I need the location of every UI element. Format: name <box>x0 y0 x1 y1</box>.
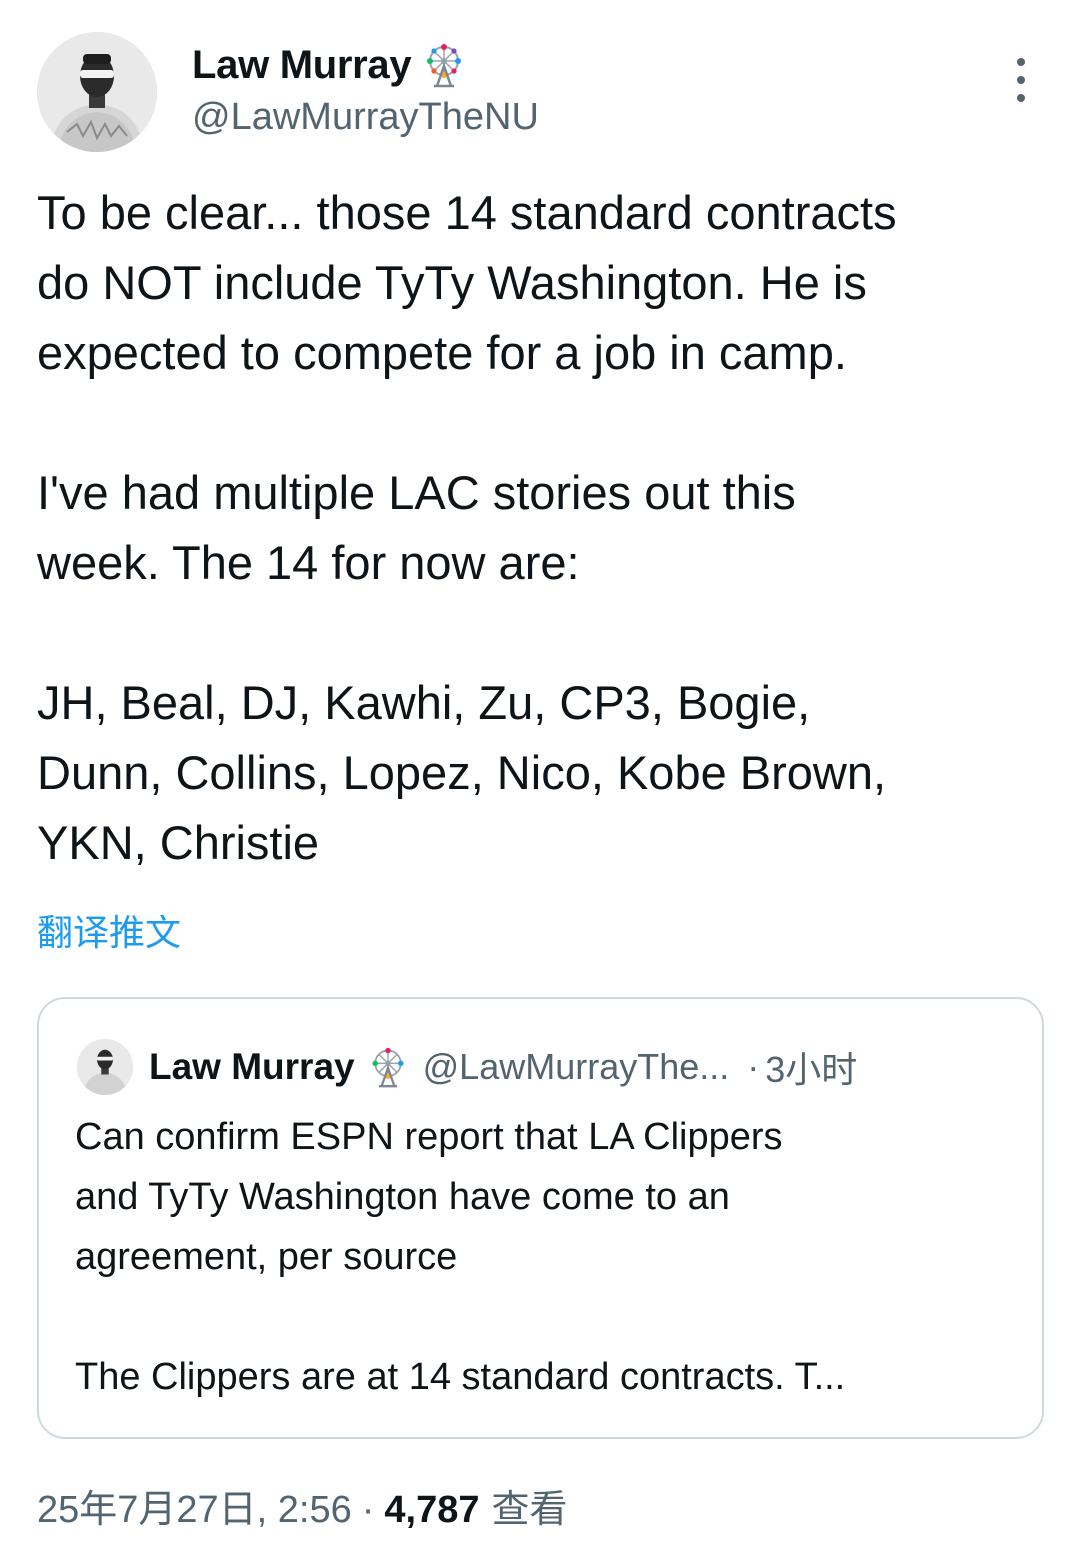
author-handle[interactable]: @LawMurrayTheNU <box>192 96 539 139</box>
tweet-line: do NOT include TyTy Washington. He is <box>37 256 867 309</box>
author-display-name[interactable]: Law Murray <box>192 43 412 88</box>
tweet-timestamp[interactable]: 25年7月27日, 2:56 <box>37 1478 352 1533</box>
quoted-tweet-line: Can confirm ESPN report that LA Clippers <box>75 1116 783 1158</box>
translate-tweet-link[interactable]: 翻译推文 <box>37 904 181 956</box>
tweet-line: I've had multiple LAC stories out this <box>37 466 796 519</box>
quoted-tweet-line: agreement, per source <box>75 1236 458 1278</box>
tweet-meta: 25年7月27日, 2:56 · 4,787 查看 <box>37 1478 568 1533</box>
tweet-line: expected to compete for a job in camp. <box>37 326 847 379</box>
tweet-line: To be clear... those 14 standard contrac… <box>37 186 897 239</box>
quoted-author-avatar <box>77 1039 133 1095</box>
author-avatar[interactable] <box>37 32 157 152</box>
views-count: 4,787 <box>384 1489 480 1531</box>
tweet-detail: Law Murray @LawMurrayTheNU To be clear..… <box>0 0 1080 1564</box>
tweet-body: To be clear... those 14 standard contrac… <box>37 178 1047 878</box>
ferris-wheel-icon <box>367 1046 409 1088</box>
quoted-tweet-body: Can confirm ESPN report that LA Clippers… <box>75 1107 1025 1407</box>
quoted-tweet-line: and TyTy Washington have come to an <box>75 1176 730 1218</box>
quoted-author-name: Law Murray <box>149 1046 355 1087</box>
quoted-author-handle: @LawMurrayThe... <box>422 1046 730 1087</box>
separator-dot: · <box>361 1489 375 1531</box>
tweet-line: Dunn, Collins, Lopez, Nico, Kobe Brown, <box>37 746 887 799</box>
tweet-line: YKN, Christie <box>37 816 320 869</box>
separator-dot: · <box>747 1046 760 1087</box>
quoted-tweet-header: Law Murray @LawMurrayThe... · 3小时 <box>149 1041 857 1093</box>
quoted-tweet-card[interactable]: Law Murray @LawMurrayThe... · 3小时 Can co… <box>37 997 1044 1439</box>
author-name-row[interactable]: Law Murray <box>192 42 467 88</box>
quoted-tweet-time: 3小时 <box>765 1049 858 1090</box>
more-options-icon[interactable] <box>1006 58 1036 102</box>
views-label: 查看 <box>491 1489 568 1531</box>
tweet-line: week. The 14 for now are: <box>37 536 580 589</box>
quoted-tweet-line: The Clippers are at 14 standard contract… <box>75 1356 846 1398</box>
avatar-image <box>77 1039 133 1095</box>
tweet-line: JH, Beal, DJ, Kawhi, Zu, CP3, Bogie, <box>37 676 811 729</box>
ferris-wheel-icon <box>421 42 467 88</box>
avatar-image <box>37 32 157 152</box>
